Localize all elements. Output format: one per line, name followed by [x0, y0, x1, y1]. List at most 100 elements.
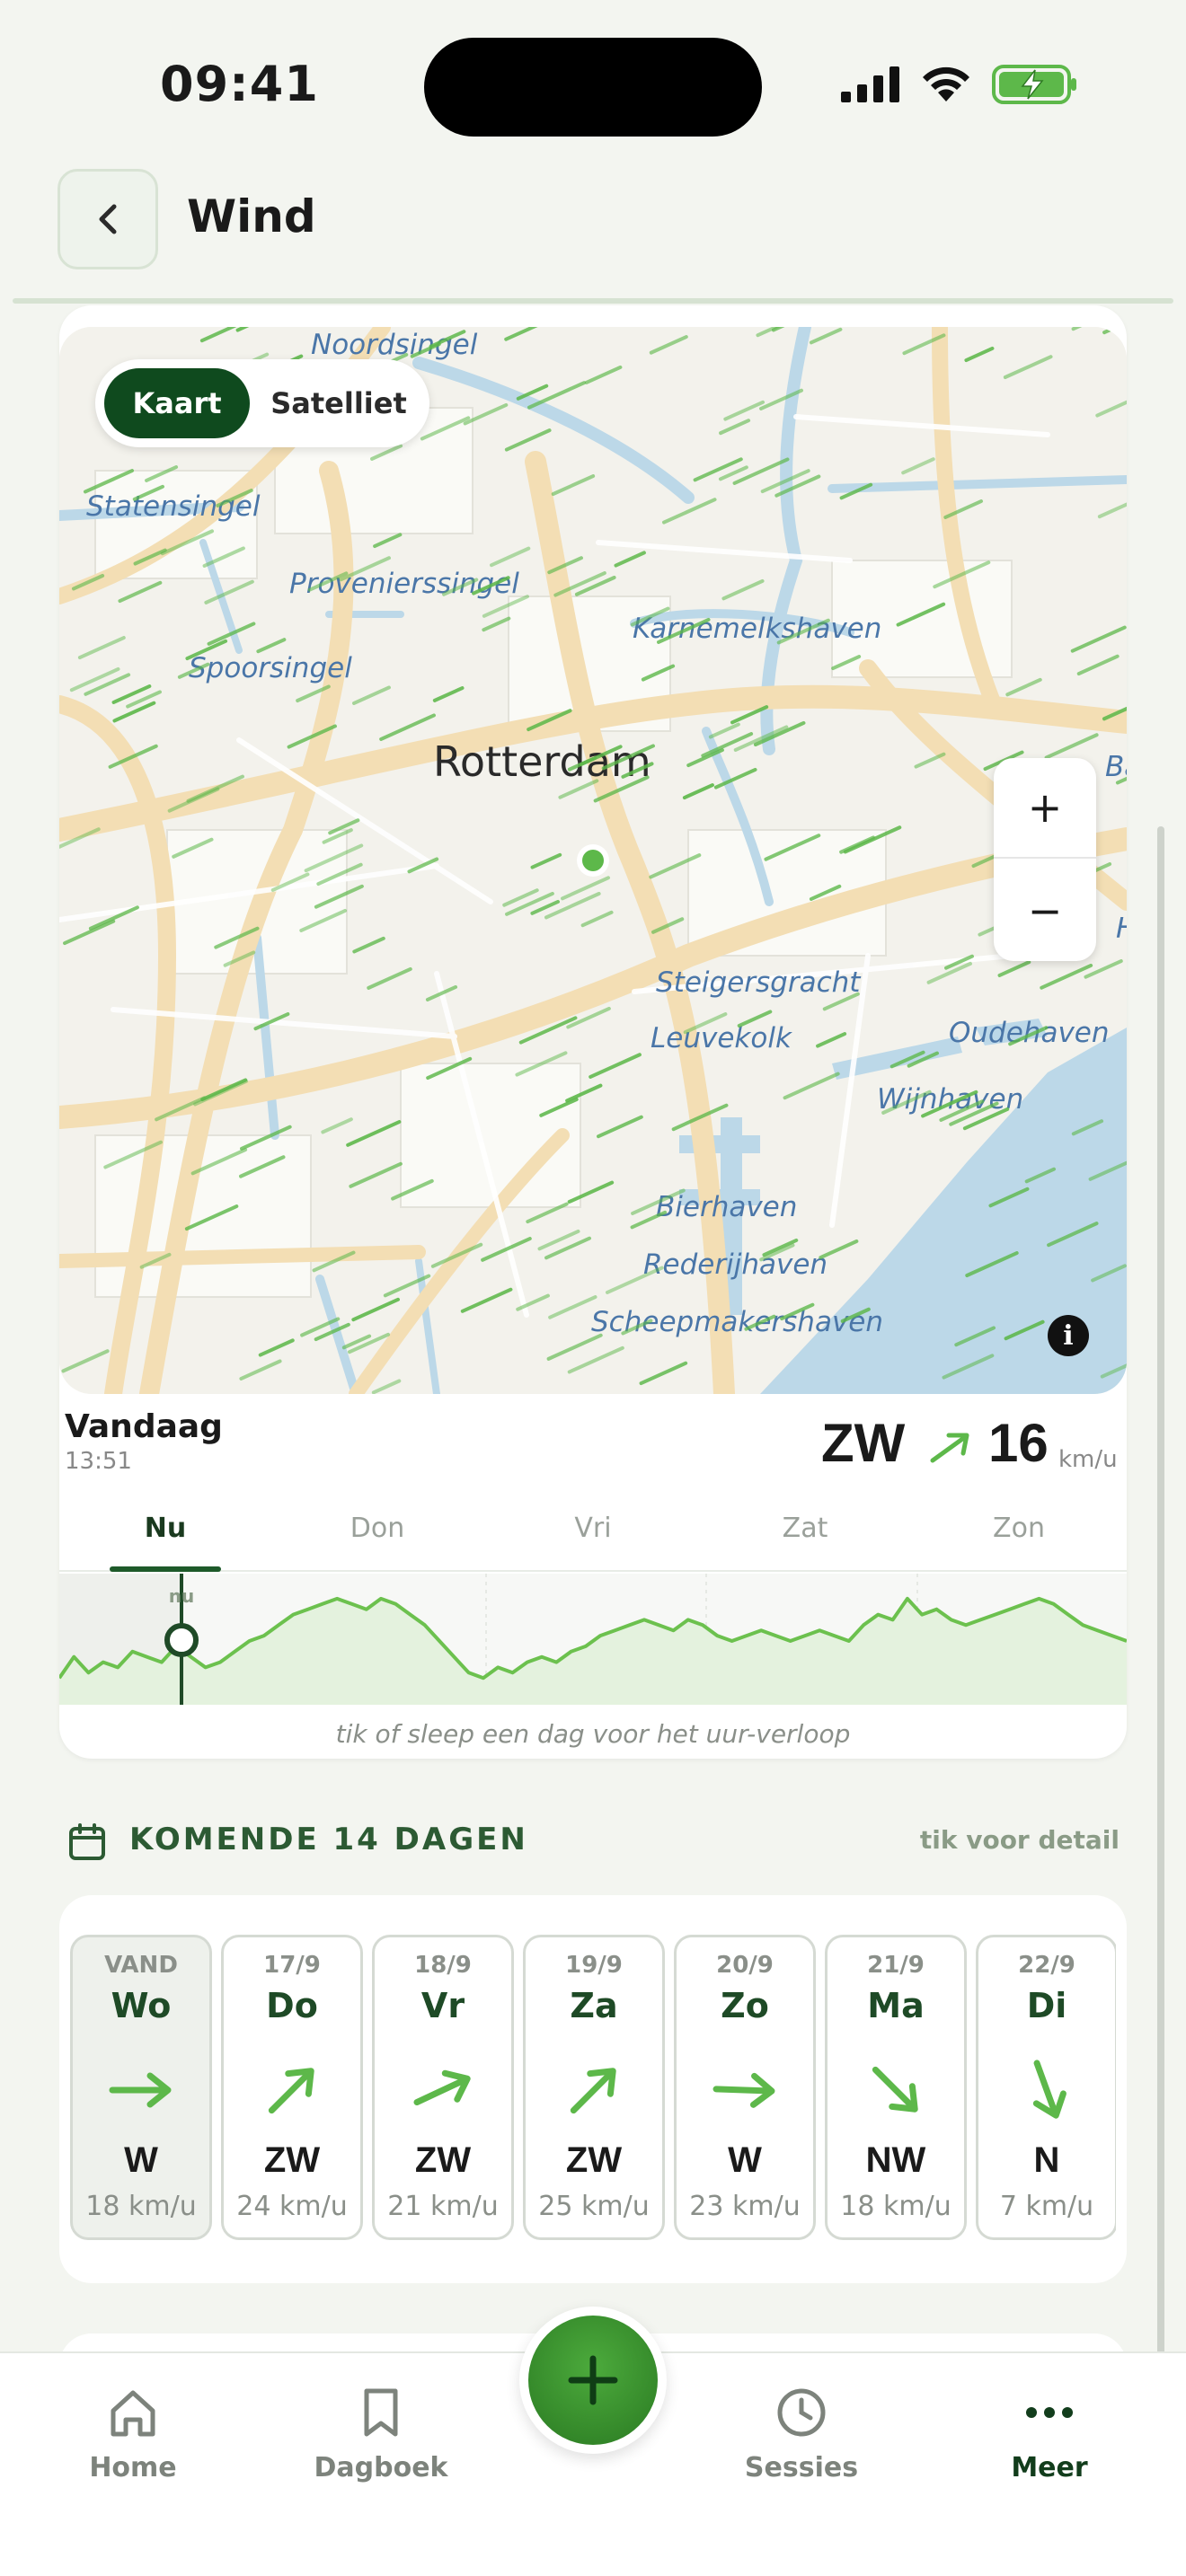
forecast-day-speed: 18 km/u: [840, 2191, 951, 2222]
forecast-day-speed: 25 km/u: [538, 2191, 650, 2222]
plus-icon: [568, 2355, 618, 2405]
forecast-day-name: Di: [1026, 1986, 1067, 2025]
nav-sessies[interactable]: Sessies: [712, 2386, 891, 2483]
map-label: H: [1116, 913, 1127, 945]
forecast-days-strip[interactable]: VAND Wo W 18 km/u 17/9 Do ZW 24 km/u 18/9 Vr ZW 21 …: [70, 1935, 1116, 2240]
toggle-kaart[interactable]: Kaart: [104, 368, 250, 438]
map-type-toggle: Kaart Satelliet: [95, 359, 429, 447]
current-time: 13:51: [65, 1448, 132, 1475]
forecast-header: KOMENDE 14 DAGEN tik voor detail: [68, 1814, 1120, 1868]
forecast-day-card[interactable]: 21/9 Ma NW 18 km/u: [825, 1935, 967, 2240]
timeline-hint: tik of sleep een dag voor het uur-verloo…: [335, 1719, 851, 1749]
nav-dagboek-label: Dagboek: [314, 2452, 448, 2483]
tab-zon[interactable]: Zon: [929, 1513, 1109, 1544]
forecast-day-date: 21/9: [867, 1952, 925, 1979]
forecast-day-direction: ZW: [414, 2140, 472, 2180]
forecast-day-speed: 21 km/u: [387, 2191, 499, 2222]
nav-home-label: Home: [89, 2452, 177, 2483]
add-button-inner: [528, 2316, 658, 2445]
forecast-day-date: 22/9: [1018, 1952, 1075, 1979]
wind-arrow-icon: [930, 1433, 969, 1463]
now-marker[interactable]: [164, 1623, 199, 1657]
map-canvas: Noordsingel Statensingel Provenierssinge…: [59, 327, 1127, 1394]
nav-meer-label: Meer: [1011, 2452, 1088, 2483]
current-unit: km/u: [1058, 1446, 1118, 1473]
tab-don[interactable]: Don: [288, 1513, 467, 1544]
wifi-icon: [923, 66, 969, 101]
info-icon[interactable]: i: [1048, 1315, 1089, 1356]
zoom-in-button[interactable]: +: [994, 758, 1096, 859]
add-button[interactable]: [519, 2307, 667, 2454]
nav-meer[interactable]: Meer: [960, 2386, 1139, 2483]
forecast-day-speed: 7 km/u: [999, 2191, 1094, 2222]
forecast-day-date: 19/9: [565, 1952, 623, 1979]
wind-timeline-chart[interactable]: nu: [59, 1574, 1127, 1708]
wind-direction-arrow-icon: [872, 2066, 918, 2113]
forecast-card: VAND Wo W 18 km/u 17/9 Do ZW 24 km/u 18/9 Vr ZW 21 …: [59, 1895, 1127, 2283]
header-divider: [13, 298, 1173, 304]
tab-zat[interactable]: Zat: [715, 1513, 895, 1544]
zoom-control: + −: [994, 758, 1096, 961]
forecast-day-direction: W: [728, 2140, 762, 2180]
map-label: Spoorsingel: [189, 652, 352, 684]
wind-direction-arrow-icon: [109, 2072, 172, 2108]
wind-map[interactable]: Noordsingel Statensingel Provenierssinge…: [59, 327, 1127, 1394]
forecast-day-speed: 18 km/u: [85, 2191, 197, 2222]
map-label: Bierhaven: [656, 1191, 797, 1223]
battery-charging-icon: [992, 65, 1076, 104]
forecast-day-date: VAND: [104, 1952, 178, 1979]
forecast-day-date: 17/9: [263, 1952, 321, 1979]
forecast-day-card[interactable]: 19/9 Za ZW 25 km/u: [523, 1935, 665, 2240]
forecast-day-card[interactable]: 22/9 Di N 7 km/u: [976, 1935, 1116, 2240]
current-day: Vandaag: [65, 1408, 223, 1445]
wind-direction-arrow-icon: [712, 2072, 775, 2108]
wind-direction-arrow-icon: [570, 2068, 616, 2114]
zoom-out-button[interactable]: −: [994, 860, 1096, 961]
chevron-left-icon: [99, 204, 117, 234]
wind-direction-arrow-icon: [413, 2069, 471, 2106]
map-label: Leuvekolk: [651, 1022, 792, 1054]
forecast-day-card[interactable]: 18/9 Vr ZW 21 km/u: [372, 1935, 514, 2240]
nav-sessies-label: Sessies: [744, 2452, 859, 2483]
toggle-satelliet[interactable]: Satelliet: [257, 368, 420, 438]
calendar-icon: [69, 1823, 105, 1860]
active-tab-indicator: [110, 1566, 221, 1572]
forecast-day-name: Za: [570, 1986, 618, 2025]
status-time: 09:41: [160, 56, 319, 112]
forecast-day-direction: N: [1033, 2140, 1060, 2180]
dynamic-island: [424, 38, 762, 137]
forecast-day-name: Zo: [721, 1986, 769, 2025]
wind-direction-arrow-icon: [1032, 2060, 1067, 2119]
status-icons: [841, 65, 1078, 104]
map-label: Karnemelkshaven: [633, 613, 881, 645]
status-bar: 09:41: [0, 0, 1186, 162]
cellular-signal-icon: [841, 66, 899, 102]
forecast-day-direction: W: [124, 2140, 158, 2180]
tab-vri[interactable]: Vri: [503, 1513, 683, 1544]
forecast-day-card[interactable]: 20/9 Zo W 23 km/u: [674, 1935, 816, 2240]
forecast-day-name: Vr: [420, 1986, 465, 2025]
map-label: Noordsingel: [311, 329, 478, 361]
now-label: nu: [169, 1585, 194, 1607]
nav-home[interactable]: Home: [43, 2386, 223, 2483]
forecast-day-card[interactable]: 17/9 Do ZW 24 km/u: [221, 1935, 363, 2240]
map-label: Steigersgracht: [656, 966, 862, 999]
forecast-day-date: 18/9: [414, 1952, 472, 1979]
more-icon: [1026, 2407, 1073, 2418]
map-label: Rederijhaven: [643, 1248, 828, 1281]
back-button[interactable]: [58, 169, 158, 269]
map-label: Scheepmakershaven: [591, 1306, 883, 1338]
forecast-detail-link[interactable]: tik voor detail: [920, 1825, 1120, 1855]
map-label: Oudehaven: [949, 1017, 1110, 1049]
clock-icon: [777, 2388, 826, 2437]
nav-dagboek[interactable]: Dagboek: [291, 2386, 471, 2483]
wind-map-card: Noordsingel Statensingel Provenierssinge…: [59, 305, 1127, 1759]
page-title: Wind: [187, 190, 316, 243]
forecast-day-speed: 23 km/u: [689, 2191, 801, 2222]
forecast-day-name: Do: [266, 1986, 318, 2025]
map-label: Statensingel: [86, 490, 261, 523]
forecast-day-card[interactable]: VAND Wo W 18 km/u: [70, 1935, 212, 2240]
tab-nu[interactable]: Nu: [75, 1513, 255, 1544]
scroll-content[interactable]: Noordsingel Statensingel Provenierssinge…: [0, 305, 1186, 2353]
scrollbar[interactable]: [1157, 826, 1164, 2353]
